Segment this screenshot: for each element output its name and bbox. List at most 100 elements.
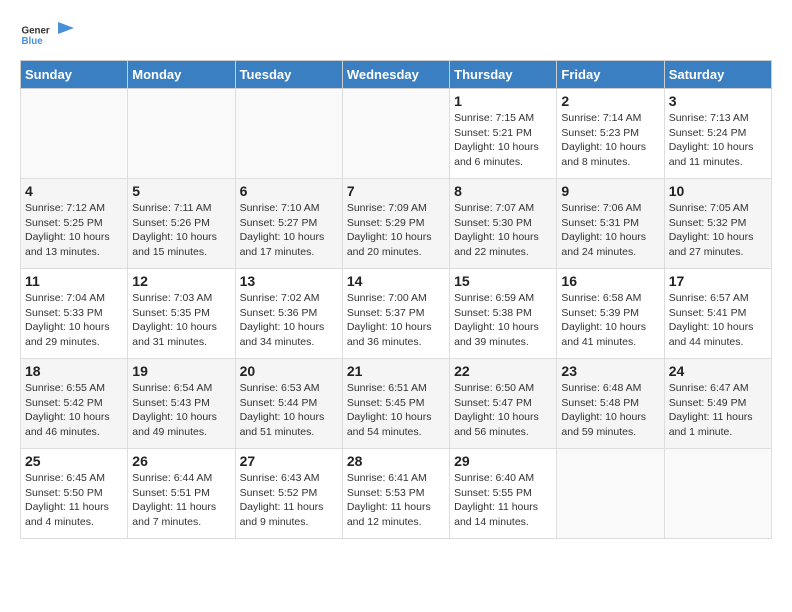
day-info: Sunrise: 7:04 AM Sunset: 5:33 PM Dayligh… (25, 291, 123, 350)
day-number: 19 (132, 363, 230, 379)
day-info: Sunrise: 7:03 AM Sunset: 5:35 PM Dayligh… (132, 291, 230, 350)
day-info: Sunrise: 7:00 AM Sunset: 5:37 PM Dayligh… (347, 291, 445, 350)
header-sunday: Sunday (21, 61, 128, 89)
day-number: 3 (669, 93, 767, 109)
day-info: Sunrise: 7:11 AM Sunset: 5:26 PM Dayligh… (132, 201, 230, 260)
calendar-cell: 4Sunrise: 7:12 AM Sunset: 5:25 PM Daylig… (21, 179, 128, 269)
day-number: 7 (347, 183, 445, 199)
day-info: Sunrise: 6:54 AM Sunset: 5:43 PM Dayligh… (132, 381, 230, 440)
day-number: 12 (132, 273, 230, 289)
header-thursday: Thursday (450, 61, 557, 89)
day-number: 16 (561, 273, 659, 289)
calendar-cell: 10 Sunrise: 7:05 AM Sunset: 5:32 PM Dayli… (664, 179, 771, 269)
svg-text:Blue: Blue (22, 36, 44, 47)
calendar-cell (235, 89, 342, 179)
calendar-cell: 8 Sunrise: 7:07 AM Sunset: 5:30 PM Daylig… (450, 179, 557, 269)
day-info: Sunrise: 7:02 AM Sunset: 5:36 PM Dayligh… (240, 291, 338, 350)
day-number: 18 (25, 363, 123, 379)
day-number: 14 (347, 273, 445, 289)
day-number: 9 (561, 183, 659, 199)
calendar-cell: 5 Sunrise: 7:11 AM Sunset: 5:26 PM Daylig… (128, 179, 235, 269)
day-number: 25 (25, 453, 123, 469)
day-info: Sunrise: 6:58 AM Sunset: 5:39 PM Dayligh… (561, 291, 659, 350)
header-monday: Monday (128, 61, 235, 89)
day-info: Sunrise: 7:07 AM Sunset: 5:30 PM Dayligh… (454, 201, 552, 260)
calendar-table: SundayMondayTuesdayWednesdayThursdayFrid… (20, 60, 772, 539)
calendar-cell (128, 89, 235, 179)
day-info: Sunrise: 6:53 AM Sunset: 5:44 PM Dayligh… (240, 381, 338, 440)
calendar-cell: 17 Sunrise: 6:57 AM Sunset: 5:41 PM Dayli… (664, 269, 771, 359)
day-number: 5 (132, 183, 230, 199)
day-number: 4 (25, 183, 123, 199)
day-info: Sunrise: 7:10 AM Sunset: 5:27 PM Dayligh… (240, 201, 338, 260)
calendar-cell: 20 Sunrise: 6:53 AM Sunset: 5:44 PM Dayli… (235, 359, 342, 449)
calendar-cell: 3 Sunrise: 7:13 AM Sunset: 5:24 PM Daylig… (664, 89, 771, 179)
calendar-cell: 23 Sunrise: 6:48 AM Sunset: 5:48 PM Dayli… (557, 359, 664, 449)
day-info: Sunrise: 7:14 AM Sunset: 5:23 PM Dayligh… (561, 111, 659, 170)
day-number: 11 (25, 273, 123, 289)
calendar-cell: 18 Sunrise: 6:55 AM Sunset: 5:42 PM Dayli… (21, 359, 128, 449)
day-number: 23 (561, 363, 659, 379)
page-header: General Blue (20, 20, 772, 50)
calendar-cell (342, 89, 449, 179)
day-number: 6 (240, 183, 338, 199)
header-wednesday: Wednesday (342, 61, 449, 89)
calendar-cell: 2 Sunrise: 7:14 AM Sunset: 5:23 PM Daylig… (557, 89, 664, 179)
day-info: Sunrise: 6:50 AM Sunset: 5:47 PM Dayligh… (454, 381, 552, 440)
calendar-week-row: 4Sunrise: 7:12 AM Sunset: 5:25 PM Daylig… (21, 179, 772, 269)
day-info: Sunrise: 6:40 AM Sunset: 5:55 PM Dayligh… (454, 471, 552, 530)
day-number: 20 (240, 363, 338, 379)
day-number: 29 (454, 453, 552, 469)
day-info: Sunrise: 6:51 AM Sunset: 5:45 PM Dayligh… (347, 381, 445, 440)
day-number: 17 (669, 273, 767, 289)
calendar-cell: 7 Sunrise: 7:09 AM Sunset: 5:29 PM Daylig… (342, 179, 449, 269)
calendar-body: 1 Sunrise: 7:15 AM Sunset: 5:21 PM Daylig… (21, 89, 772, 539)
calendar-cell: 15 Sunrise: 6:59 AM Sunset: 5:38 PM Dayli… (450, 269, 557, 359)
day-info: Sunrise: 7:05 AM Sunset: 5:32 PM Dayligh… (669, 201, 767, 260)
calendar-cell: 13 Sunrise: 7:02 AM Sunset: 5:36 PM Dayli… (235, 269, 342, 359)
day-number: 28 (347, 453, 445, 469)
day-info: Sunrise: 6:44 AM Sunset: 5:51 PM Dayligh… (132, 471, 230, 530)
day-number: 10 (669, 183, 767, 199)
day-info: Sunrise: 6:55 AM Sunset: 5:42 PM Dayligh… (25, 381, 123, 440)
svg-text:General: General (22, 26, 51, 37)
calendar-cell: 14 Sunrise: 7:00 AM Sunset: 5:37 PM Dayli… (342, 269, 449, 359)
flag-icon (56, 20, 76, 40)
day-info: Sunrise: 7:06 AM Sunset: 5:31 PM Dayligh… (561, 201, 659, 260)
day-info: Sunrise: 6:41 AM Sunset: 5:53 PM Dayligh… (347, 471, 445, 530)
day-info: Sunrise: 6:47 AM Sunset: 5:49 PM Dayligh… (669, 381, 767, 440)
calendar-cell: 21 Sunrise: 6:51 AM Sunset: 5:45 PM Dayli… (342, 359, 449, 449)
header-saturday: Saturday (664, 61, 771, 89)
day-number: 15 (454, 273, 552, 289)
day-number: 1 (454, 93, 552, 109)
calendar-cell (557, 449, 664, 539)
day-number: 26 (132, 453, 230, 469)
calendar-week-row: 18 Sunrise: 6:55 AM Sunset: 5:42 PM Dayli… (21, 359, 772, 449)
day-number: 21 (347, 363, 445, 379)
day-number: 8 (454, 183, 552, 199)
calendar-cell: 1 Sunrise: 7:15 AM Sunset: 5:21 PM Daylig… (450, 89, 557, 179)
day-info: Sunrise: 7:13 AM Sunset: 5:24 PM Dayligh… (669, 111, 767, 170)
calendar-cell: 11 Sunrise: 7:04 AM Sunset: 5:33 PM Dayli… (21, 269, 128, 359)
calendar-header-row: SundayMondayTuesdayWednesdayThursdayFrid… (21, 61, 772, 89)
day-info: Sunrise: 6:43 AM Sunset: 5:52 PM Dayligh… (240, 471, 338, 530)
day-info: Sunrise: 6:57 AM Sunset: 5:41 PM Dayligh… (669, 291, 767, 350)
day-info: Sunrise: 6:45 AM Sunset: 5:50 PM Dayligh… (25, 471, 123, 530)
calendar-cell: 19 Sunrise: 6:54 AM Sunset: 5:43 PM Dayli… (128, 359, 235, 449)
calendar-cell: 16 Sunrise: 6:58 AM Sunset: 5:39 PM Dayli… (557, 269, 664, 359)
day-info: Sunrise: 7:09 AM Sunset: 5:29 PM Dayligh… (347, 201, 445, 260)
calendar-cell: 26 Sunrise: 6:44 AM Sunset: 5:51 PM Dayli… (128, 449, 235, 539)
header-friday: Friday (557, 61, 664, 89)
calendar-week-row: 11 Sunrise: 7:04 AM Sunset: 5:33 PM Dayli… (21, 269, 772, 359)
day-info: Sunrise: 6:48 AM Sunset: 5:48 PM Dayligh… (561, 381, 659, 440)
day-info: Sunrise: 7:15 AM Sunset: 5:21 PM Dayligh… (454, 111, 552, 170)
calendar-cell: 25 Sunrise: 6:45 AM Sunset: 5:50 PM Dayli… (21, 449, 128, 539)
calendar-cell: 24 Sunrise: 6:47 AM Sunset: 5:49 PM Dayli… (664, 359, 771, 449)
day-number: 24 (669, 363, 767, 379)
day-info: Sunrise: 6:59 AM Sunset: 5:38 PM Dayligh… (454, 291, 552, 350)
calendar-cell: 6 Sunrise: 7:10 AM Sunset: 5:27 PM Daylig… (235, 179, 342, 269)
logo: General Blue (20, 20, 76, 50)
day-number: 13 (240, 273, 338, 289)
day-number: 2 (561, 93, 659, 109)
day-number: 22 (454, 363, 552, 379)
